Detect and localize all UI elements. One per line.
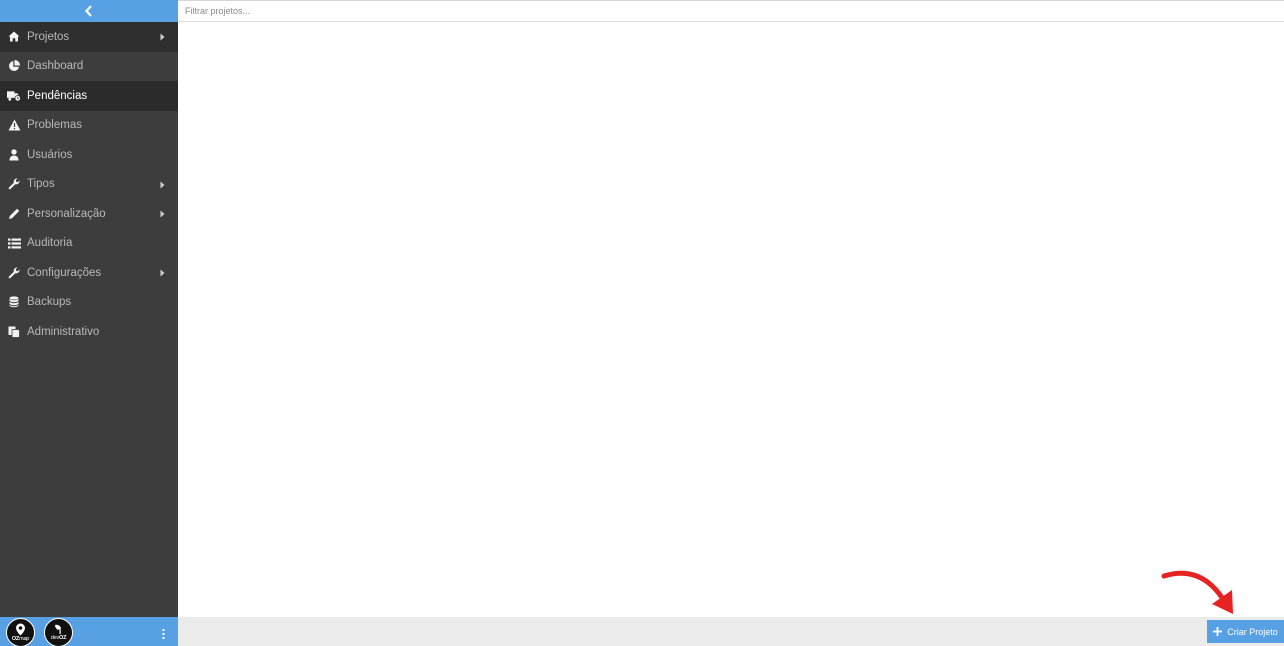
sidebar-footer: OZmap devOZ (0, 617, 178, 646)
create-project-button[interactable]: Criar Projeto (1207, 620, 1284, 643)
sidebar-item-label: Projetos (27, 30, 70, 43)
sidebar-item-tipos[interactable]: Tipos (0, 170, 178, 200)
sidebar-item-dashboard[interactable]: Dashboard (0, 52, 178, 82)
sidebar-item-label: Dashboard (27, 60, 84, 73)
sidebar-item-label: Tipos (27, 178, 55, 191)
sidebar-item-usuarios[interactable]: Usuários (0, 140, 178, 170)
copy-icon (7, 325, 21, 339)
sidebar-nav: Projetos Dashboard Pendências Problemas (0, 22, 178, 347)
sidebar: Projetos Dashboard Pendências Problemas (0, 0, 178, 646)
truck-clock-icon (7, 89, 21, 103)
caret-right-icon (160, 210, 165, 218)
sidebar-item-label: Administrativo (27, 325, 100, 338)
caret-right-icon (160, 269, 165, 277)
more-options-button[interactable] (162, 626, 165, 644)
sidebar-item-label: Backups (27, 296, 72, 309)
projects-content-area (178, 22, 1284, 617)
logo-text: OZ (59, 635, 67, 641)
sidebar-item-label: Pendências (27, 89, 88, 102)
logo-text: OZ (11, 636, 20, 642)
annotation-arrow-icon (1161, 570, 1233, 614)
logo-subtext: dev (50, 635, 60, 641)
filter-projects-input[interactable] (178, 0, 1284, 22)
pie-chart-icon (7, 59, 21, 73)
wrench-icon (7, 266, 21, 280)
sidebar-item-problemas[interactable]: Problemas (0, 111, 178, 141)
sidebar-item-backups[interactable]: Backups (0, 288, 178, 318)
sidebar-item-label: Auditoria (27, 237, 73, 250)
logo-subtext: map (19, 636, 30, 642)
map-pin-icon (16, 623, 25, 636)
caret-right-icon (160, 33, 165, 41)
user-icon (7, 148, 21, 162)
sidebar-item-label: Usuários (27, 148, 73, 161)
chevron-left-icon (85, 5, 92, 17)
devoz-logo: devOZ (44, 618, 73, 646)
sidebar-item-label: Configurações (27, 266, 102, 279)
sidebar-item-pendencias[interactable]: Pendências (0, 81, 178, 111)
sidebar-item-label: Personalização (27, 207, 106, 220)
sidebar-item-projetos[interactable]: Projetos (0, 22, 178, 52)
satellite-icon (54, 624, 61, 634)
database-icon (7, 295, 21, 309)
wrench-icon (7, 177, 21, 191)
pencil-icon (7, 207, 21, 221)
plus-icon (1213, 627, 1223, 636)
sidebar-item-auditoria[interactable]: Auditoria (0, 229, 178, 259)
ozmap-logo: OZmap (6, 618, 35, 646)
kebab-menu-icon (162, 629, 165, 639)
home-icon (7, 30, 21, 44)
bottom-toolbar: Criar Projeto (178, 617, 1284, 646)
create-project-label: Criar Projeto (1227, 626, 1278, 637)
caret-right-icon (160, 181, 165, 188)
sidebar-item-administrativo[interactable]: Administrativo (0, 317, 178, 347)
sidebar-item-label: Problemas (27, 119, 82, 132)
list-icon (7, 236, 21, 250)
sidebar-item-configuracoes[interactable]: Configurações (0, 258, 178, 288)
sidebar-item-personalizacao[interactable]: Personalização (0, 199, 178, 229)
warning-icon (7, 118, 21, 132)
collapse-sidebar-button[interactable] (0, 0, 178, 22)
